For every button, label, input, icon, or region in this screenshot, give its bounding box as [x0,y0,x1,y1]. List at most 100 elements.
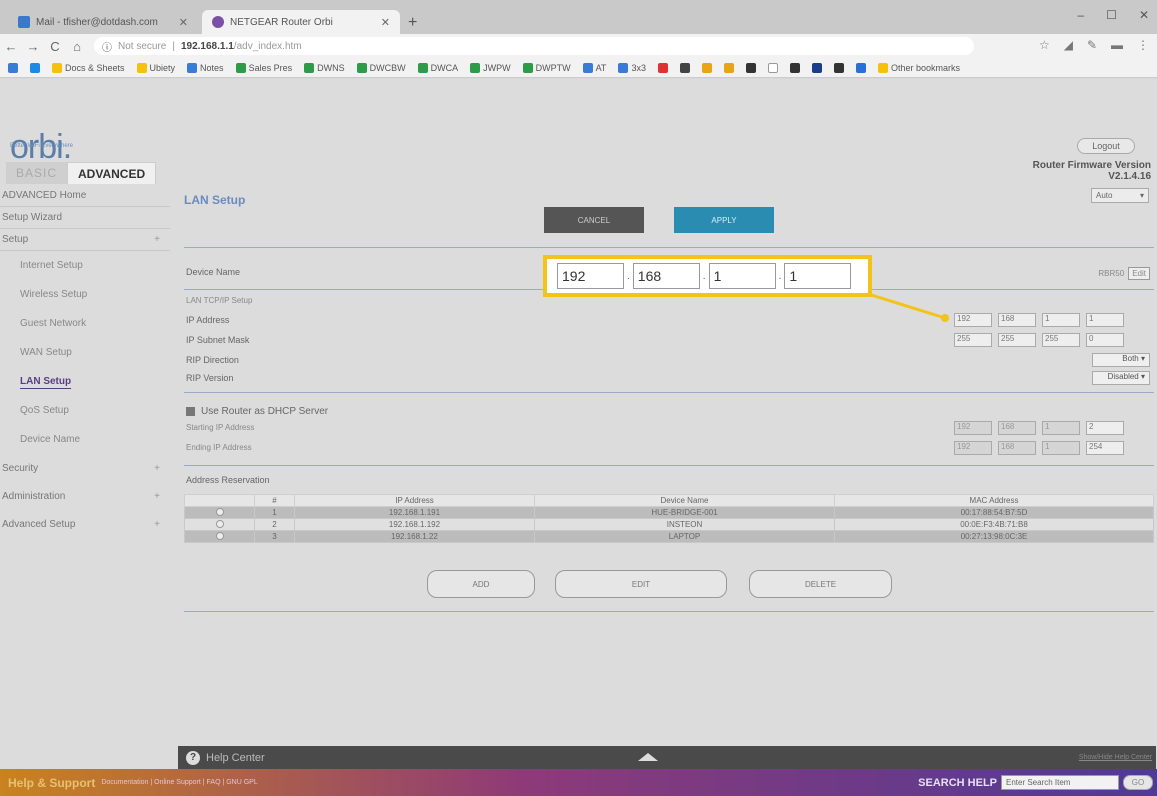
forward-icon[interactable]: → [22,39,44,54]
tab-netgear[interactable]: NETGEAR Router Orbi ✕ [202,10,400,34]
bookmark-item[interactable] [701,62,712,73]
new-tab-button[interactable]: + [408,14,417,32]
sidebar-item-wan-setup[interactable]: WAN Setup [0,338,170,367]
end-octet-4[interactable]: 254 [1086,441,1124,455]
cancel-button[interactable]: CANCEL [544,207,644,233]
sidebar-item-setup-wizard[interactable]: Setup Wizard [0,207,170,229]
apply-button[interactable]: APPLY [674,207,774,233]
sidebar-item-administration[interactable]: Administration + [0,482,170,510]
bookmark-item[interactable]: DWNS [304,62,345,73]
row-radio[interactable] [215,531,224,540]
bookmark-item[interactable] [789,62,800,73]
bookmark-item[interactable]: Other bookmarks [877,62,960,73]
close-window-icon[interactable]: ✕ [1139,8,1149,22]
ip-octet-2[interactable]: 168 [998,313,1036,327]
bookmark-item[interactable]: Sales Pres [235,62,292,73]
add-button[interactable]: ADD [427,570,535,598]
sidebar-item-qos-setup[interactable]: QoS Setup [0,396,170,425]
bookmark-item[interactable]: DWCBW [356,62,406,73]
ip-octet-4[interactable]: 1 [1086,313,1124,327]
bookmark-item[interactable] [657,62,668,73]
logout-button[interactable]: Logout [1077,138,1135,154]
callout-octet-2[interactable]: 168 [632,263,700,289]
bookmark-item[interactable] [767,62,778,73]
rip-version-select[interactable]: Disabled ▾ [1092,371,1150,385]
help-center-bar[interactable]: ? Help Center Show/Hide Help Center [178,746,1156,769]
sidebar-item-security[interactable]: Security + [0,454,170,482]
start-octet-3[interactable]: 1 [1042,421,1080,435]
address-bar[interactable]: ⓘ Not secure | 192.168.1.1/adv_index.htm [94,37,974,55]
back-icon[interactable]: ← [0,39,22,54]
go-button[interactable]: GO [1123,775,1153,790]
table-row[interactable]: 2 192.168.1.192 INSTEON 00:0E:F3:4B:71:B… [184,518,1154,531]
callout-octet-4[interactable]: 1 [784,263,852,289]
bookmark-item[interactable] [30,62,40,73]
bookmark-item[interactable] [811,62,822,73]
bookmark-item[interactable]: DWPTW [522,62,571,73]
table-row[interactable]: 3 192.168.1.22 LAPTOP 00:27:13:98:0C:3E [184,530,1154,543]
tab-basic[interactable]: BASIC [6,162,68,184]
mask-octet-1[interactable]: 255 [954,333,992,347]
end-octet-1[interactable]: 192 [954,441,992,455]
edit-button[interactable]: EDIT [555,570,727,598]
reload-icon[interactable]: C [44,39,66,54]
minimize-icon[interactable]: – [1077,8,1084,22]
checkbox-checked-icon[interactable] [186,407,195,416]
sidebar-item-wireless-setup[interactable]: Wireless Setup [0,280,170,309]
menu-icon[interactable]: ⋮ [1137,38,1149,52]
delete-button[interactable]: DELETE [749,570,892,598]
bookmark-item[interactable]: Docs & Sheets [52,62,125,73]
tab-advanced[interactable]: ADVANCED [67,162,157,184]
sidebar-item-advanced-home[interactable]: ADVANCED Home [0,185,170,207]
end-octet-3[interactable]: 1 [1042,441,1080,455]
mask-octet-2[interactable]: 255 [998,333,1036,347]
rip-direction-select[interactable]: Both ▾ [1092,353,1150,367]
sidebar-item-advanced-setup[interactable]: Advanced Setup + [0,510,170,538]
extension-icon[interactable]: ▬ [1111,38,1123,52]
edit-device-name-button[interactable]: Edit [1128,267,1150,280]
start-octet-2[interactable]: 168 [998,421,1036,435]
close-tab-icon[interactable]: ✕ [179,16,188,29]
dhcp-checkbox-row[interactable]: Use Router as DHCP Server [186,406,328,417]
sidebar-item-internet-setup[interactable]: Internet Setup [0,251,170,280]
footer-links[interactable]: Documentation | Online Support | FAQ | G… [101,779,257,786]
mask-octet-3[interactable]: 255 [1042,333,1080,347]
bookmark-item[interactable] [745,62,756,73]
bookmark-item[interactable] [833,62,844,73]
close-tab-icon[interactable]: ✕ [381,16,390,29]
callout-octet-1[interactable]: 192 [557,263,624,289]
start-octet-1[interactable]: 192 [954,421,992,435]
pen-icon[interactable]: ✎ [1087,38,1097,52]
sidebar-item-setup[interactable]: Setup + [0,229,170,251]
bookmark-item[interactable] [855,62,866,73]
bookmark-item[interactable] [679,62,690,73]
bookmark-item[interactable] [723,62,734,73]
mask-octet-4[interactable]: 0 [1086,333,1124,347]
home-icon[interactable]: ⌂ [66,39,88,54]
start-octet-4[interactable]: 2 [1086,421,1124,435]
bookmark-item[interactable]: 3x3 [618,62,646,73]
maximize-icon[interactable]: ☐ [1106,8,1117,22]
row-radio[interactable] [215,519,224,528]
ip-octet-3[interactable]: 1 [1042,313,1080,327]
bookmark-item[interactable]: DWCA [417,62,458,73]
ip-octet-1[interactable]: 192 [954,313,992,327]
show-hide-help-link[interactable]: Show/Hide Help Center [1079,754,1152,761]
sidebar-item-lan-setup[interactable]: LAN Setup [0,367,170,396]
sidebar-item-guest-network[interactable]: Guest Network [0,309,170,338]
star-icon[interactable]: ☆ [1039,38,1050,52]
end-octet-2[interactable]: 168 [998,441,1036,455]
bookmark-item[interactable]: Ubiety [136,62,175,73]
tab-mail[interactable]: Mail - tfisher@dotdash.com ✕ [8,10,198,34]
expand-up-icon[interactable] [638,753,658,761]
sidebar-item-device-name[interactable]: Device Name [0,425,170,454]
bookmark-item[interactable]: Notes [187,62,224,73]
bookmark-item[interactable]: JWPW [470,62,511,73]
callout-octet-3[interactable]: 1 [708,263,776,289]
bookmark-item[interactable] [8,62,18,73]
search-help-input[interactable]: Enter Search Item [1001,775,1119,790]
extension-icon[interactable]: ◢ [1064,38,1073,52]
bookmark-item[interactable]: AT [582,62,606,73]
table-row[interactable]: 1 192.168.1.191 HUE-BRIDGE-001 00:17:88:… [184,506,1154,519]
row-radio[interactable] [215,507,224,516]
